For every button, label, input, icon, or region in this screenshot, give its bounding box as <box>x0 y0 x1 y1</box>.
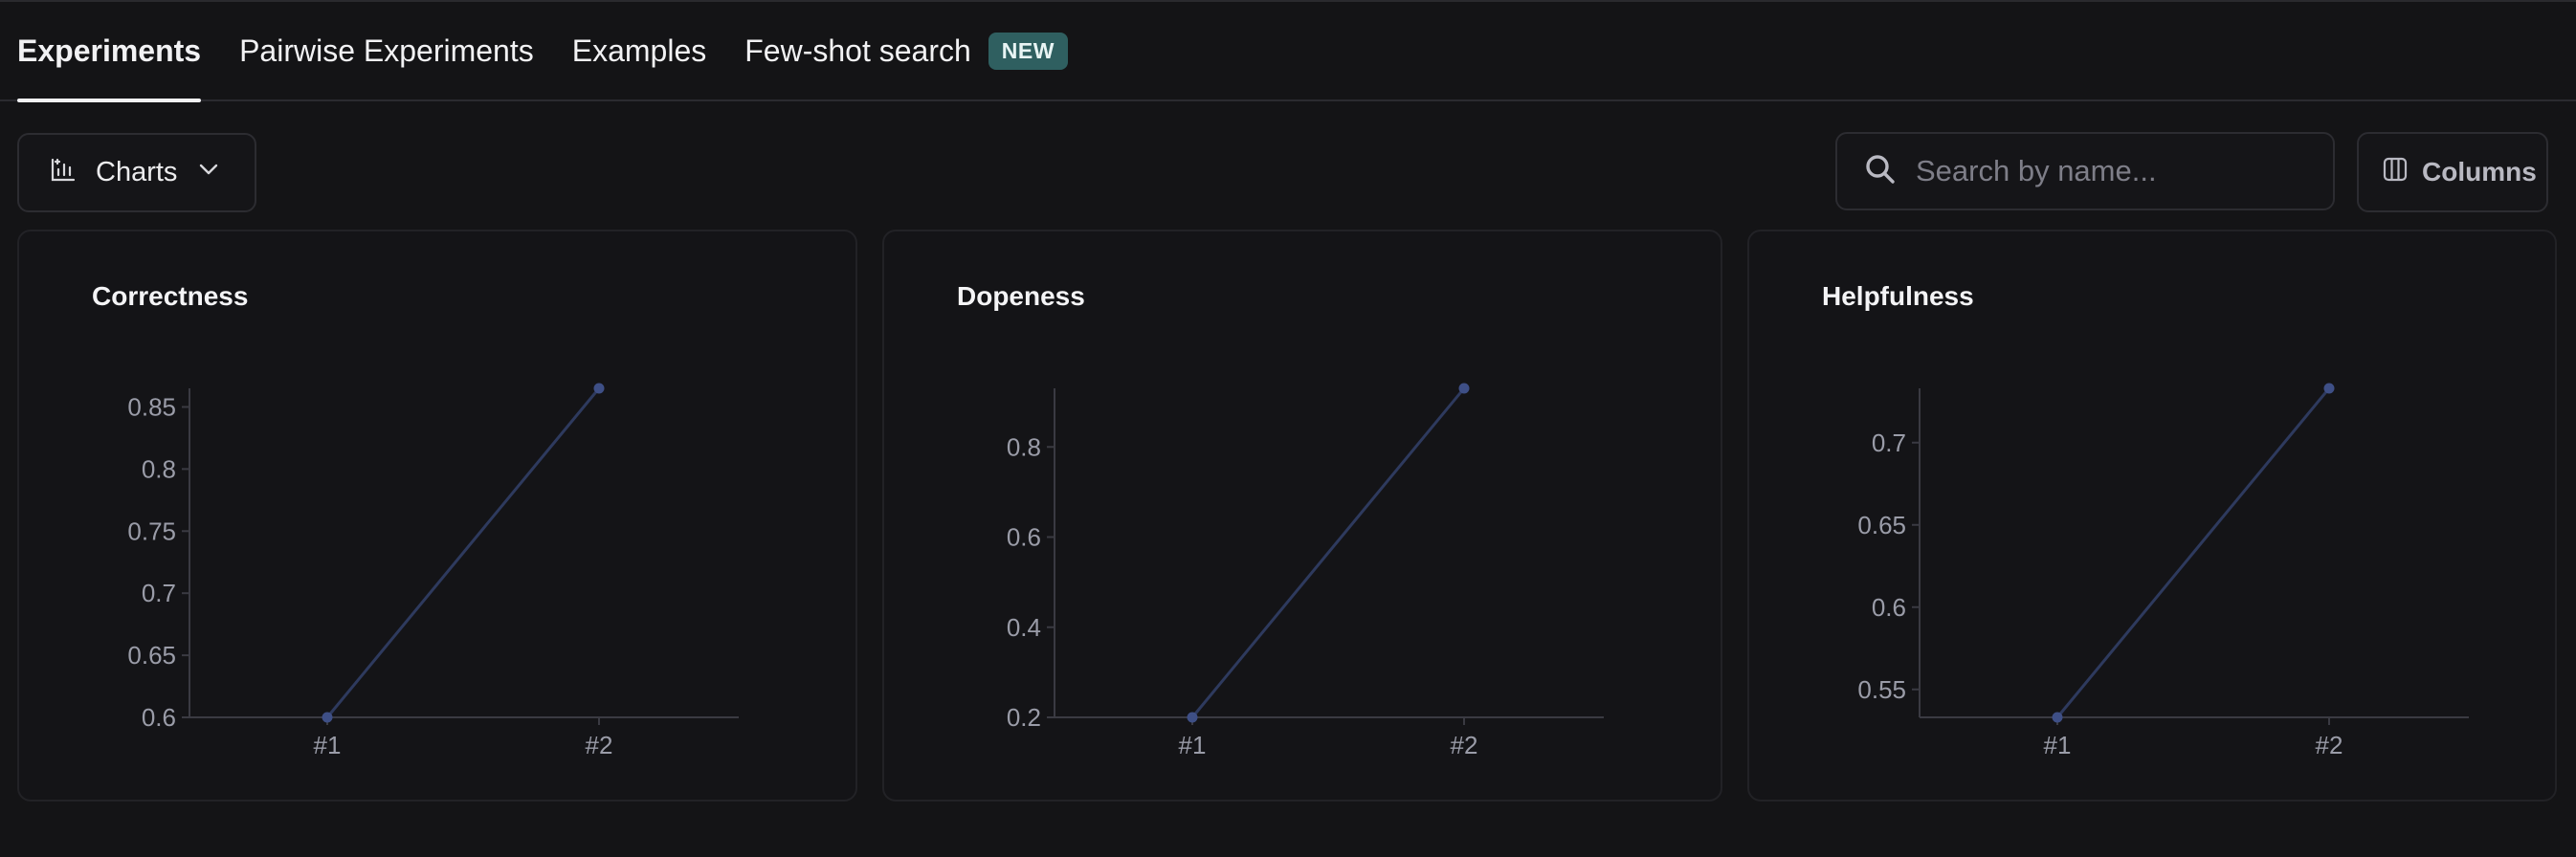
y-tick-label: 0.65 <box>127 641 176 670</box>
data-point <box>593 383 605 394</box>
tab-few-shot-search[interactable]: Few-shot search NEW <box>744 1 1068 100</box>
tab-label: Pairwise Experiments <box>239 33 534 68</box>
tab-examples[interactable]: Examples <box>572 1 707 100</box>
y-tick-label: 0.65 <box>1857 511 1906 539</box>
chevron-down-icon <box>196 157 221 189</box>
columns-icon <box>2382 156 2409 189</box>
chart-card-correctness: Correctness 0.6 0.65 0.7 0.75 0.8 0.85 #1 #2 <box>17 230 857 802</box>
y-tick-label: 0.6 <box>142 703 176 732</box>
y-tick-label: 0.6 <box>1872 593 1906 622</box>
tab-label: Experiments <box>17 33 202 68</box>
y-tick-label: 0.4 <box>1007 613 1041 642</box>
chart-plot: 0.6 0.65 0.7 0.75 0.8 0.85 #1 #2 <box>127 383 739 759</box>
x-tick-label: #2 <box>586 731 613 759</box>
chart-plot: 0.2 0.4 0.6 0.8 #1 #2 <box>1007 383 1604 759</box>
chart-card-dopeness: Dopeness 0.2 0.4 0.6 0.8 #1 #2 <box>882 230 1722 802</box>
y-tick-label: 0.8 <box>142 454 176 483</box>
data-point <box>2052 712 2063 723</box>
search-icon <box>1864 153 1897 190</box>
chart-icon <box>50 156 77 190</box>
y-tick-label: 0.85 <box>127 392 176 421</box>
charts-label: Charts <box>96 157 178 187</box>
x-tick-label: #1 <box>2044 731 2072 759</box>
data-point <box>1187 712 1198 723</box>
series-line <box>1190 387 1466 718</box>
new-badge: NEW <box>988 32 1068 70</box>
y-tick-label: 0.8 <box>1007 432 1041 461</box>
x-tick-label: #1 <box>1179 731 1207 759</box>
y-tick-label: 0.7 <box>1872 428 1906 457</box>
chart-card-helpfulness: Helpfulness 0.55 0.6 0.65 0.7 #1 #2 <box>1747 230 2557 802</box>
series-line <box>2055 387 2331 718</box>
tab-pairwise-experiments[interactable]: Pairwise Experiments <box>239 1 534 100</box>
tab-bar: Experiments Pairwise Experiments Example… <box>0 1 2576 102</box>
columns-button[interactable]: Columns <box>2357 132 2548 212</box>
data-point <box>1458 383 1470 394</box>
chart-plot: 0.55 0.6 0.65 0.7 #1 #2 <box>1857 383 2469 759</box>
data-point <box>2323 383 2335 394</box>
y-tick-label: 0.7 <box>142 579 176 607</box>
y-tick-label: 0.55 <box>1857 675 1906 704</box>
charts-dropdown-button[interactable]: Charts <box>17 133 256 212</box>
tab-experiments[interactable]: Experiments <box>17 1 202 102</box>
columns-label: Columns <box>2422 157 2537 187</box>
tab-label: Examples <box>571 33 707 68</box>
data-point <box>322 712 333 723</box>
series-line <box>325 387 601 718</box>
search-box[interactable] <box>1835 132 2335 210</box>
x-tick-label: #2 <box>2316 731 2343 759</box>
y-tick-label: 0.75 <box>127 516 176 545</box>
y-tick-label: 0.6 <box>1007 523 1041 552</box>
tab-label: Few-shot search <box>744 33 971 68</box>
x-tick-label: #2 <box>1451 731 1478 759</box>
search-input[interactable] <box>1916 154 2318 188</box>
y-tick-label: 0.2 <box>1007 703 1041 732</box>
x-tick-label: #1 <box>314 731 342 759</box>
